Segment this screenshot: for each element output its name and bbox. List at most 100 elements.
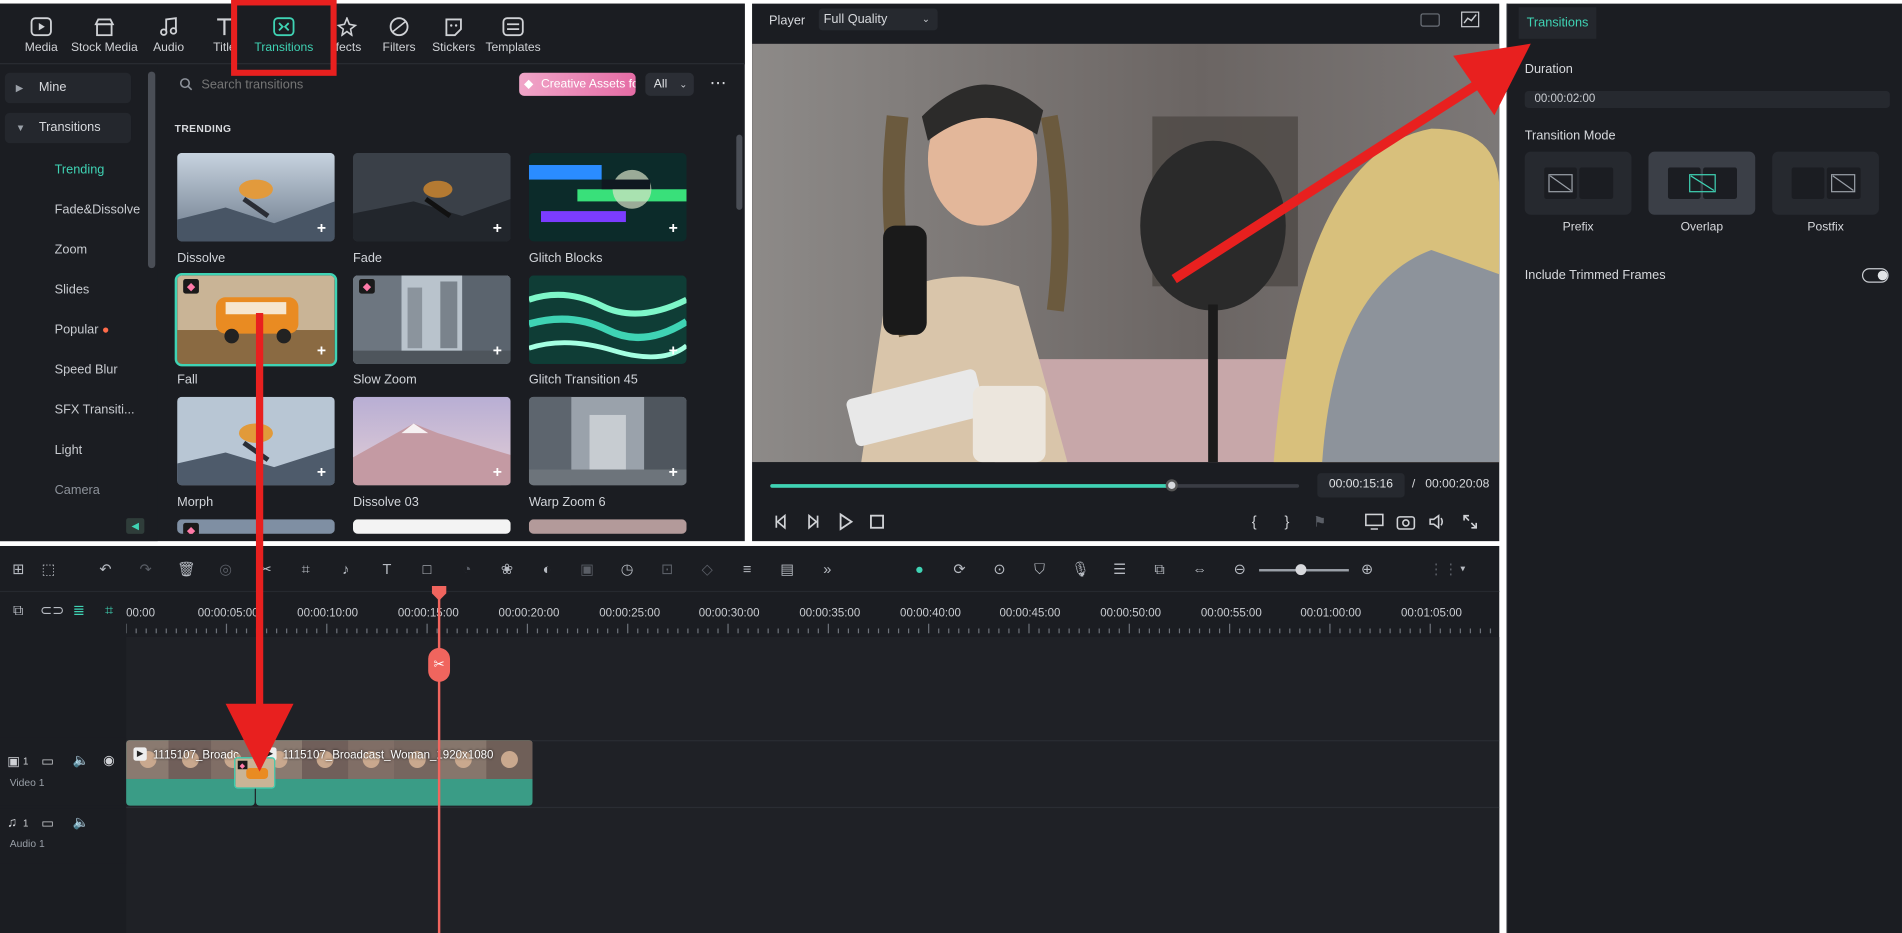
mode-postfix-card[interactable] — [1772, 151, 1879, 215]
quality-select[interactable]: Full Quality ⌄ — [818, 8, 938, 31]
layout-toggle-icon[interactable]: ⋮⋮ — [1429, 561, 1458, 578]
tab-transitions[interactable]: Transitions — [250, 13, 318, 62]
sidebar-item-light[interactable]: Light — [55, 443, 83, 458]
scope-chart-icon[interactable] — [1460, 11, 1480, 28]
mode-prefix-card[interactable] — [1524, 151, 1632, 215]
ai-copilot-icon[interactable]: ● — [911, 561, 928, 578]
transition-thumb-morph[interactable]: + — [177, 396, 335, 486]
mark-in-button[interactable]: { — [1245, 512, 1264, 531]
sidebar-item-popular[interactable]: Popular ● — [55, 323, 110, 338]
search-input[interactable] — [177, 74, 505, 96]
play-icon[interactable] — [836, 512, 855, 531]
add-icon[interactable]: + — [666, 342, 681, 358]
speaker-icon[interactable]: 🔈 — [73, 752, 90, 768]
picture-in-picture-icon[interactable]: ⧉ — [1151, 561, 1168, 578]
zoom-box-icon[interactable]: ⊡ — [659, 561, 676, 578]
crop-icon[interactable]: ⌗ — [297, 561, 314, 578]
transition-thumb-slow-zoom[interactable]: ◆ + — [352, 275, 511, 364]
link-clip-icon[interactable]: ⊂⊃ — [40, 602, 64, 619]
undo-icon[interactable]: ↶ — [97, 561, 114, 578]
video-preview[interactable] — [752, 43, 1500, 463]
microphone-icon[interactable]: 🎙 — [1071, 561, 1089, 578]
render-preview-icon[interactable]: ⊙ — [991, 561, 1008, 578]
marker-snap-icon[interactable]: ⌗ — [101, 602, 118, 619]
ripple-icon[interactable]: ◎ — [217, 561, 234, 578]
sidebar-item-sfx-transitions[interactable]: SFX Transiti... — [55, 403, 135, 418]
speed-icon[interactable]: ◔ — [459, 561, 476, 578]
adjust-sliders-icon[interactable]: ≡ — [739, 561, 756, 578]
transition-thumb-glitch-blocks[interactable]: + — [528, 152, 687, 242]
collapse-sidebar-button[interactable]: ◀ — [126, 518, 145, 534]
audio-stretch-icon[interactable]: ♪ — [337, 561, 354, 578]
add-icon[interactable]: + — [490, 220, 505, 236]
add-icon[interactable]: + — [490, 342, 505, 358]
transition-thumb-dissolve[interactable]: + — [177, 152, 335, 242]
progress-handle[interactable] — [1166, 479, 1179, 492]
transition-thumb-fade[interactable]: + — [352, 152, 511, 242]
transition-thumb-glitch-transition-45[interactable]: + — [528, 275, 687, 364]
sidebar-group-transitions[interactable]: ▼ Transitions — [4, 112, 132, 144]
transition-thumb-partial[interactable] — [352, 519, 511, 534]
folder-icon[interactable]: ▭ — [41, 815, 54, 832]
chevron-down-icon[interactable]: ▾ — [1454, 561, 1471, 578]
stop-icon[interactable] — [867, 512, 886, 531]
select-tool-icon[interactable]: ⬚ — [40, 561, 57, 578]
fullscreen-icon[interactable] — [1460, 512, 1479, 531]
mark-out-button[interactable]: } — [1277, 512, 1296, 531]
sidebar-item-camera[interactable]: Camera — [55, 483, 100, 498]
grid-view-icon[interactable] — [1420, 13, 1440, 27]
delete-icon[interactable]: 🗑 — [177, 561, 195, 578]
tab-transitions-properties[interactable]: Transitions — [1518, 7, 1597, 39]
sidebar-item-trending[interactable]: Trending — [55, 163, 105, 178]
text-tool-icon[interactable]: T — [378, 561, 395, 578]
auto-reframe-icon[interactable]: ⟳ — [951, 561, 968, 578]
transition-thumb-partial[interactable]: ◆ — [177, 519, 335, 534]
timeline-ruler[interactable]: 00:00 00:00:05:00 00:00:10:00 00:00:15:0… — [126, 599, 1499, 635]
marker-icon[interactable]: ⚑ — [1310, 512, 1329, 531]
timeline-zoom-handle[interactable] — [1295, 564, 1307, 576]
magnet-snap-icon[interactable]: ≣ — [70, 602, 87, 619]
snapshot-camera-icon[interactable] — [1396, 512, 1416, 531]
sidebar-item-zoom[interactable]: Zoom — [55, 243, 88, 258]
grid-scrollbar[interactable] — [736, 134, 743, 210]
fit-width-icon[interactable]: ⇔ — [1191, 561, 1208, 578]
current-time-display[interactable]: 00:00:15:16 — [1317, 473, 1405, 498]
play-frame-icon[interactable] — [803, 512, 822, 531]
step-back-icon[interactable] — [771, 512, 790, 531]
tab-stock-media[interactable]: Stock Media — [70, 13, 138, 62]
add-icon[interactable]: + — [314, 463, 329, 480]
tab-stickers[interactable]: Stickers — [420, 13, 488, 62]
ai-effect-icon[interactable]: ▤ — [779, 561, 796, 578]
sidebar-item-speed-blur[interactable]: Speed Blur — [55, 363, 118, 378]
split-scissors-icon[interactable]: ✂ — [428, 647, 451, 682]
shape-crop-icon[interactable]: □ — [418, 561, 435, 578]
applied-transition[interactable]: ◆ — [234, 757, 276, 789]
transition-thumb-warp-zoom-6[interactable]: + — [528, 396, 687, 486]
folder-icon[interactable]: ▭ — [41, 753, 54, 770]
redo-icon[interactable]: ↷ — [137, 561, 154, 578]
split-scissors-icon[interactable]: ✂ — [257, 561, 274, 578]
more-tools-icon[interactable]: » — [819, 561, 836, 578]
mask-icon[interactable]: ◇ — [699, 561, 716, 578]
add-icon[interactable]: + — [666, 220, 681, 236]
duration-field[interactable]: 00:00:02:00 — [1524, 90, 1890, 108]
filter-select[interactable]: All ⌄ — [645, 72, 694, 96]
color-match-icon[interactable]: ❀ — [499, 561, 516, 578]
sidebar-item-slides[interactable]: Slides — [55, 283, 90, 298]
shield-icon[interactable]: ⛉ — [1031, 561, 1048, 578]
layout-grid-icon[interactable]: ⊞ — [10, 561, 27, 578]
add-icon[interactable]: + — [490, 463, 505, 480]
sidebar-item-fade-dissolve[interactable]: Fade&Dissolve — [55, 203, 141, 218]
speaker-icon[interactable]: 🔈 — [73, 814, 90, 830]
add-track-icon[interactable]: ⧉ — [10, 602, 27, 619]
more-options-button[interactable]: ⋯ — [706, 70, 730, 97]
transition-thumb-partial[interactable] — [528, 519, 687, 534]
creative-assets-button[interactable]: ◆ Creative Assets fo — [519, 72, 636, 96]
audio-list-icon[interactable]: ☰ — [1111, 561, 1128, 578]
mode-overlap-card[interactable] — [1648, 151, 1756, 215]
freeze-frame-icon[interactable]: ▣ — [579, 561, 596, 578]
playhead-line[interactable] — [437, 590, 441, 933]
include-trimmed-frames-toggle[interactable] — [1861, 268, 1889, 283]
zoom-out-icon[interactable]: ⊖ — [1231, 561, 1248, 578]
eye-icon[interactable]: ◉ — [103, 752, 115, 768]
